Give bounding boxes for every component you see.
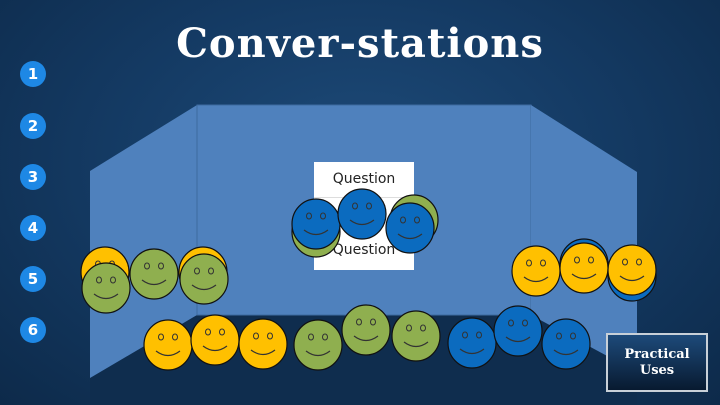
smiley-face-icon bbox=[129, 248, 179, 300]
smiley-face-icon bbox=[559, 242, 609, 294]
smiley-face-icon bbox=[81, 262, 131, 314]
smiley-face-icon bbox=[391, 310, 441, 362]
smiley-face-icon bbox=[511, 245, 561, 297]
practical-uses-button[interactable]: Practical Uses bbox=[606, 333, 708, 392]
smiley-face-icon bbox=[337, 188, 387, 240]
smiley-face-icon bbox=[341, 304, 391, 356]
smiley-face-icon bbox=[607, 244, 657, 296]
smiley-face-icon bbox=[179, 253, 229, 305]
smiley-face-icon bbox=[143, 319, 193, 371]
practical-uses-line1: Practical bbox=[624, 346, 690, 362]
smiley-face-icon bbox=[447, 317, 497, 369]
smiley-face-icon bbox=[541, 318, 591, 370]
smiley-face-icon bbox=[190, 314, 240, 366]
smiley-face-icon bbox=[493, 305, 543, 357]
smiley-face-icon bbox=[293, 319, 343, 371]
practical-uses-line2: Uses bbox=[639, 362, 675, 378]
smiley-face-icon bbox=[238, 318, 288, 370]
smiley-face-icon bbox=[291, 198, 341, 250]
smiley-face-icon bbox=[385, 202, 435, 254]
